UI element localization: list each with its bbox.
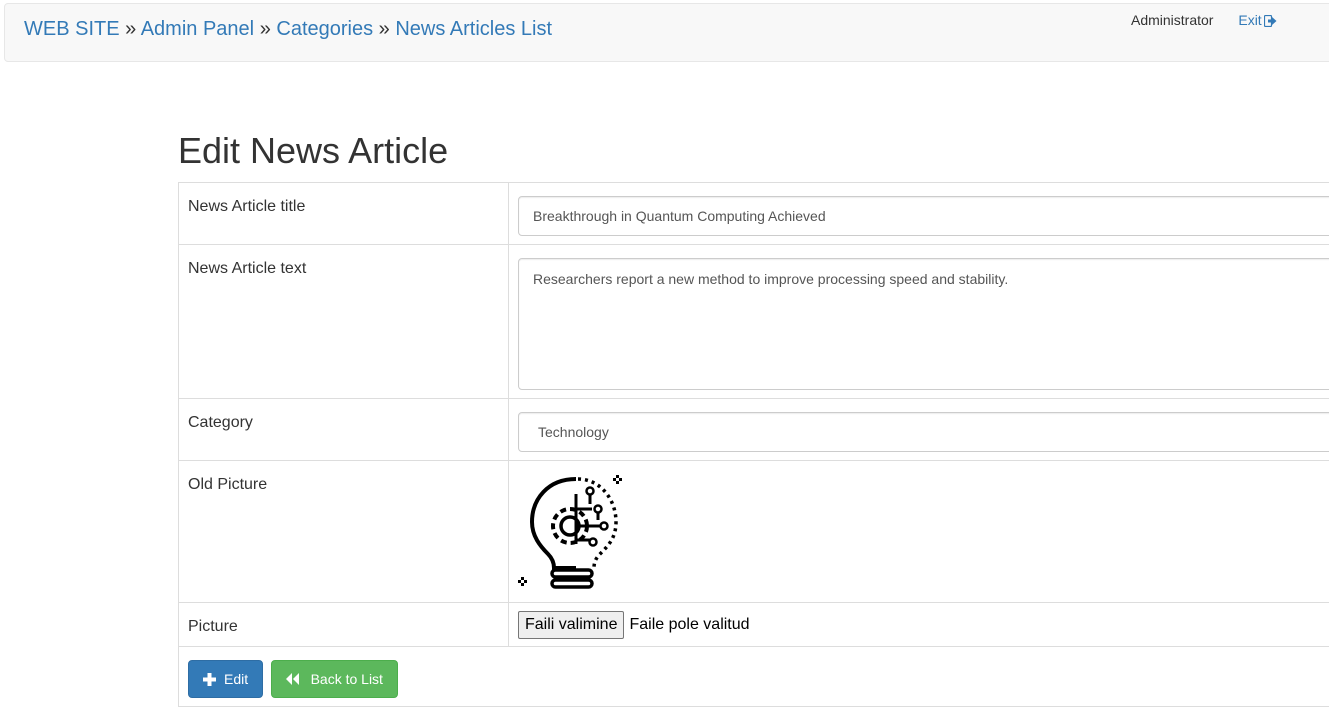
title-label: News Article title: [179, 183, 509, 245]
form-row-text: News Article text Researchers report a n…: [179, 245, 1329, 399]
breadcrumb-admin-panel[interactable]: Admin Panel: [141, 18, 254, 40]
breadcrumb-categories[interactable]: Categories: [276, 18, 373, 40]
plus-icon: [203, 673, 216, 686]
top-navbar: WEB SITE » Admin Panel » Categories » Ne…: [4, 3, 1329, 62]
form-row-picture: Picture Faili valimine Faile pole valitu…: [179, 603, 1329, 647]
user-box: Administrator Exit: [1131, 11, 1277, 29]
back-label: Back to List: [311, 671, 383, 687]
log-out-icon: [1264, 15, 1277, 27]
form-row-title: News Article title Breakthrough in Quant…: [179, 183, 1329, 245]
form-row-actions: Edit Back to List: [179, 647, 1329, 707]
file-input: Faili valimine Faile pole valitud: [518, 611, 1329, 639]
title-input[interactable]: Breakthrough in Quantum Computing Achiev…: [518, 196, 1329, 236]
file-status: Faile pole valitud: [629, 614, 749, 636]
breadcrumb-separator: »: [379, 18, 390, 40]
page-title: Edit News Article: [178, 131, 448, 171]
edit-article-form: News Article title Breakthrough in Quant…: [178, 182, 1329, 707]
old-picture-label: Old Picture: [179, 461, 509, 603]
breadcrumb-separator: »: [125, 18, 136, 40]
breadcrumb-web-site[interactable]: WEB SITE: [24, 18, 120, 40]
lightbulb-circuit-icon: [518, 474, 628, 594]
form-row-category: Category Technology: [179, 399, 1329, 461]
text-label: News Article text: [179, 245, 509, 399]
category-select[interactable]: Technology: [518, 412, 1329, 452]
picture-label: Picture: [179, 603, 509, 647]
breadcrumb: WEB SITE » Admin Panel » Categories » Ne…: [24, 18, 552, 40]
breadcrumb-separator: »: [260, 18, 271, 40]
username: Administrator: [1131, 12, 1213, 28]
back-to-list-button[interactable]: Back to List: [271, 660, 398, 698]
backward-icon: [286, 673, 299, 685]
edit-label: Edit: [224, 671, 248, 687]
edit-button[interactable]: Edit: [188, 660, 263, 698]
exit-link[interactable]: Exit: [1238, 12, 1276, 28]
choose-file-button[interactable]: Faili valimine: [518, 611, 624, 639]
breadcrumb-news-articles-list[interactable]: News Articles List: [395, 18, 552, 40]
exit-label: Exit: [1238, 12, 1261, 28]
category-label: Category: [179, 399, 509, 461]
text-textarea[interactable]: Researchers report a new method to impro…: [518, 258, 1329, 390]
form-row-old-picture: Old Picture: [179, 461, 1329, 603]
